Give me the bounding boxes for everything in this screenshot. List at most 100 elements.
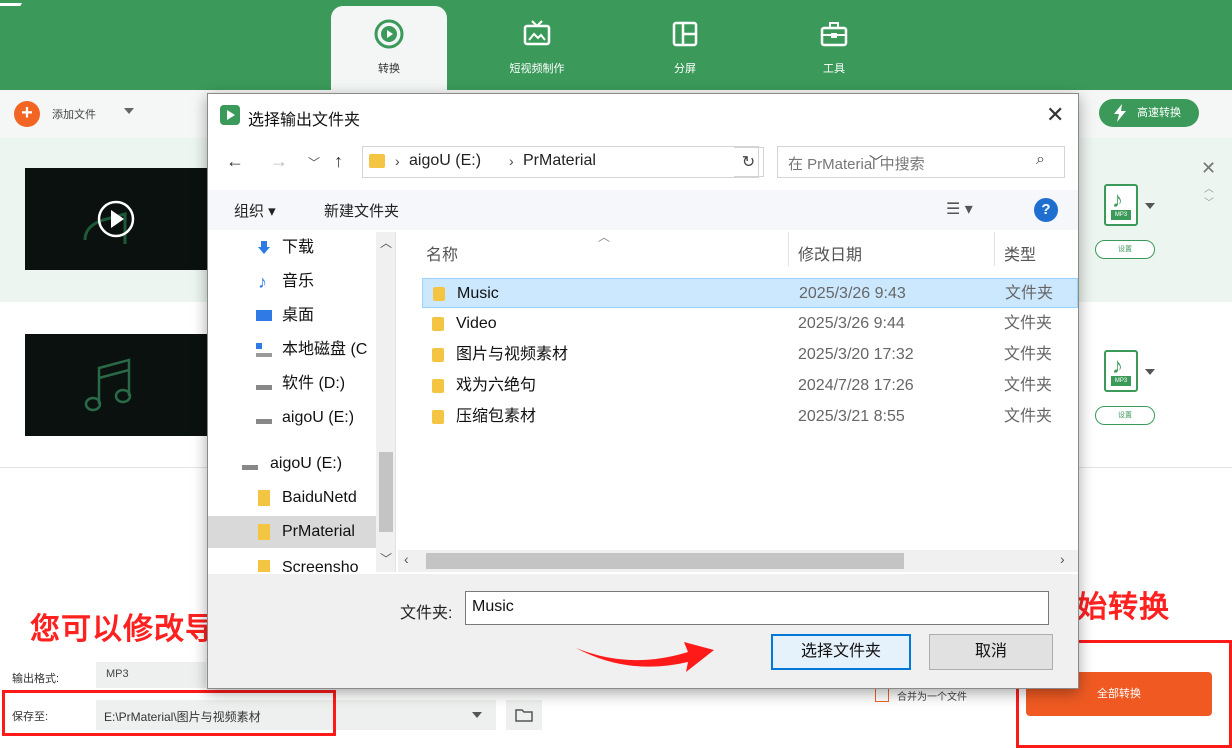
chevron-right-icon: › [395,153,400,169]
select-folder-button[interactable]: 选择文件夹 [771,634,911,670]
breadcrumb-segment[interactable]: aigoU (E:) [409,152,481,170]
folder-field-label: 文件夹: [400,605,453,622]
table-row[interactable]: Music 2025/3/26 9:43 文件夹 [422,278,1078,308]
column-header-type[interactable]: 类型 [1004,241,1036,265]
red-arrow-annotation [576,642,714,672]
chevron-down-icon[interactable] [1145,369,1155,375]
merge-checkbox[interactable] [875,688,889,702]
chevron-down-icon[interactable]: ﹀ [308,154,320,171]
chevron-down-icon[interactable] [460,700,496,730]
output-format-select[interactable]: MP3 [96,662,206,688]
chevron-right-icon[interactable]: › [1060,551,1065,567]
logo-mark [0,0,24,6]
horizontal-scrollbar[interactable]: ‹ › [398,550,1078,572]
tree-item-prmaterial[interactable]: PrMaterial [208,516,378,548]
chevron-down-icon[interactable] [1145,203,1155,209]
column-divider[interactable] [788,232,789,266]
address-bar[interactable]: › aigoU (E:) › PrMaterial ﹀ [362,146,883,178]
tree-item-usb-e[interactable]: aigoU (E:) [208,448,378,480]
file-name: 图片与视频素材 [456,346,569,363]
tree-item-drive-c[interactable]: 本地磁盘 (C [208,334,378,366]
audio-thumbnail[interactable] [25,334,209,436]
add-file-button[interactable]: + [14,101,40,127]
close-icon[interactable]: ✕ [1046,102,1064,128]
file-name: 戏为六绝句 [456,377,537,394]
organize-menu[interactable]: 组织 ▾ [234,200,276,221]
file-type: 文件夹 [1004,377,1053,394]
video-thumbnail[interactable] [25,168,209,270]
scroll-thumb[interactable] [379,452,393,532]
folder-name-input[interactable]: Music [465,591,1049,625]
refresh-button[interactable]: ↻ [734,147,764,177]
file-name: 压缩包素材 [456,408,537,425]
column-header-name[interactable]: 名称 [426,241,458,265]
open-folder-button[interactable] [506,700,542,730]
search-icon: ⌕ [1036,151,1045,168]
tree-item-drive-e[interactable]: aigoU (E:) [208,402,378,434]
cancel-button[interactable]: 取消 [929,634,1053,670]
drive-icon [256,419,272,424]
settings-button[interactable]: 设置 [1095,240,1155,259]
tree-item-music[interactable]: ♪ 音乐 [208,266,378,298]
up-arrow-icon[interactable]: ↑ [334,151,343,172]
tab-tools[interactable]: 工具 [776,6,892,90]
folder-icon [432,348,444,362]
file-type: 文件夹 [1005,285,1054,302]
app-top-bar: 转换 短视频制作 分屏 工具 [0,0,1232,90]
tab-label: 转换 [378,63,400,75]
chevron-right-icon: › [509,153,514,169]
chevron-down-icon[interactable] [124,108,134,114]
search-input[interactable]: 在 PrMaterial 中搜索 ⌕ [777,146,1065,178]
chevron-down-icon[interactable]: ﹀ [380,550,392,567]
desktop-icon [256,310,272,321]
help-icon[interactable]: ? [1034,198,1058,222]
chevron-down-icon[interactable]: ﹀ [1204,194,1214,209]
back-arrow-icon[interactable]: ← [226,151,244,172]
fast-convert-button[interactable]: 高速转换 [1099,99,1199,127]
file-date: 2025/3/26 9:43 [799,285,906,302]
chevron-left-icon[interactable]: ‹ [404,551,409,567]
chevron-up-icon[interactable]: ︿ [380,234,392,251]
music-icon: ♪ [258,272,267,292]
settings-button[interactable]: 设置 [1095,406,1155,425]
close-icon[interactable]: ✕ [1201,158,1216,179]
table-row[interactable]: 图片与视频素材 2025/3/20 17:32 文件夹 [422,340,1078,370]
folder-icon [515,709,533,722]
file-date: 2025/3/20 17:32 [798,346,914,363]
view-options-icon[interactable]: ☰ ▾ [946,199,973,219]
chevron-up-icon[interactable]: ︿ [1204,180,1214,195]
folder-icon [432,410,444,424]
add-file-label[interactable]: 添加文件 [52,106,96,122]
convert-icon [374,19,404,49]
mp3-format-icon[interactable]: ♪ MP3 [1104,350,1138,392]
save-path-field[interactable]: E:\PrMaterial\图片与视频素材 [96,700,460,730]
tree-scrollbar[interactable]: ︿ ﹀ [376,232,395,572]
mp3-format-icon[interactable]: ♪ MP3 [1104,184,1138,226]
file-name: Music [457,285,499,302]
tab-label: 分屏 [674,63,696,75]
format-badge: MP3 [1111,376,1131,386]
scroll-thumb[interactable] [426,553,904,569]
tree-item-downloads[interactable]: 下载 [208,232,378,264]
tab-split-screen[interactable]: 分屏 [627,6,743,90]
table-row[interactable]: 戏为六绝句 2024/7/28 17:26 文件夹 [422,371,1078,401]
new-folder-button[interactable]: 新建文件夹 [324,200,399,221]
format-badge: MP3 [1111,210,1131,220]
tree-item-baidunetdisk[interactable]: BaiduNetd [208,482,378,514]
tree-item-drive-d[interactable]: 软件 (D:) [208,368,378,400]
table-row[interactable]: Video 2025/3/26 9:44 文件夹 [422,309,1078,339]
file-date: 2025/3/21 8:55 [798,408,905,425]
tree-item-desktop[interactable]: 桌面 [208,300,378,332]
column-divider[interactable] [994,232,995,266]
folder-icon [258,524,270,540]
folder-icon [433,287,445,301]
table-row[interactable]: 压缩包素材 2025/3/21 8:55 文件夹 [422,402,1078,432]
tab-convert[interactable]: 转换 [331,6,447,90]
forward-arrow-icon[interactable]: → [270,151,288,172]
column-header-date[interactable]: 修改日期 [798,241,862,265]
tab-short-video[interactable]: 短视频制作 [479,6,595,90]
tree-item-screenshots[interactable]: Screensho [208,552,378,572]
file-type: 文件夹 [1004,408,1053,425]
breadcrumb-segment[interactable]: PrMaterial [523,152,596,170]
dialog-title: 选择输出文件夹 [248,112,361,129]
